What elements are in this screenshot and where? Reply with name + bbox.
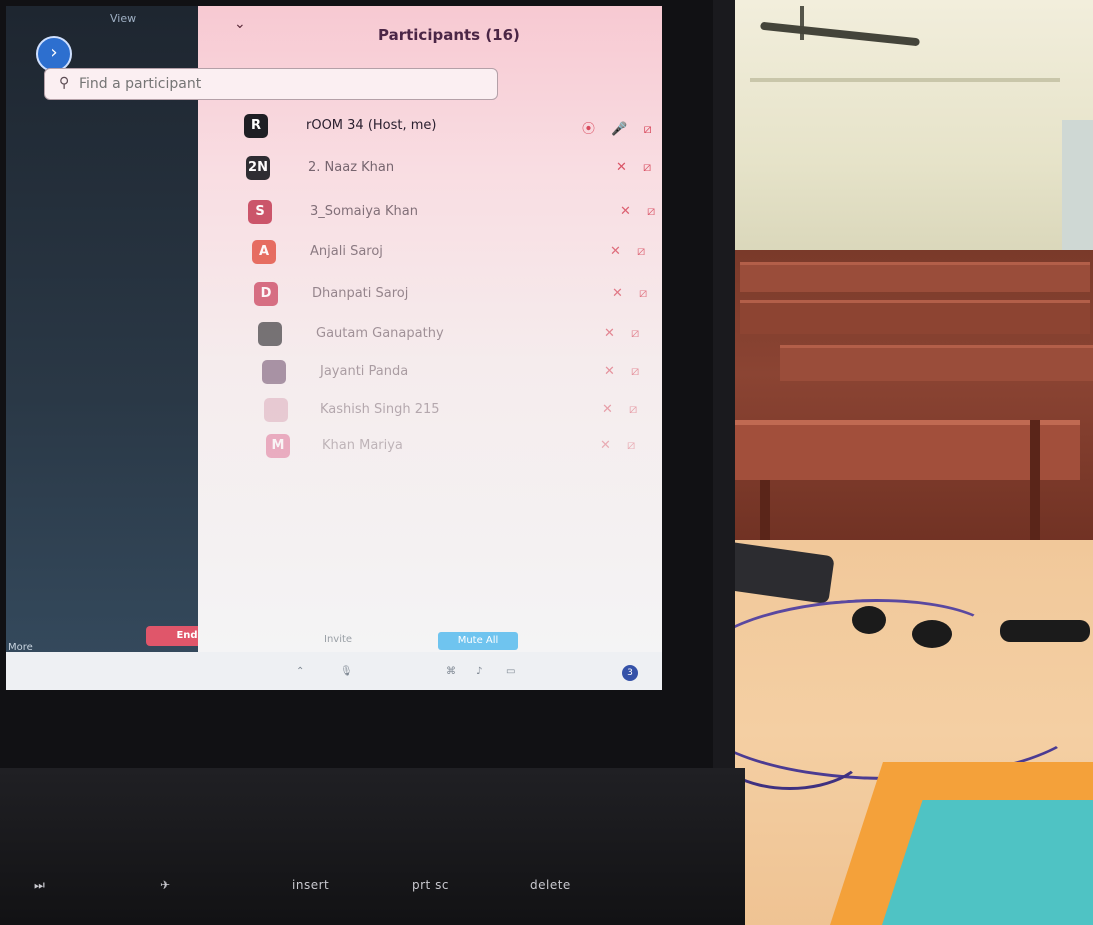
earbud <box>852 606 886 634</box>
participant-name: rOOM 34 (Host, me) <box>306 118 437 133</box>
ceiling-fan-rod <box>800 6 804 40</box>
avatar <box>264 398 288 422</box>
key-media[interactable]: ⏭ <box>34 878 45 893</box>
taskbar-tray-icon[interactable]: ⌃ <box>296 666 304 677</box>
participant-row[interactable]: Gautam Ganapathy ✕ ⧄ <box>258 322 662 350</box>
avatar: S <box>248 200 272 224</box>
search-input[interactable] <box>79 76 479 92</box>
taskbar: ⌃ 🎙 ⌘ ♪ ▭ 3 <box>6 652 662 690</box>
key-delete[interactable]: delete <box>530 878 571 892</box>
chevron-right-icon[interactable]: › <box>36 36 72 72</box>
panel-title: Participants (16) <box>378 26 520 44</box>
participant-name: Jayanti Panda <box>320 364 409 379</box>
notification-badge[interactable]: 3 <box>622 665 638 681</box>
mic-video-status-icon[interactable]: ✕ ⧄ <box>612 286 653 301</box>
bench <box>780 345 1093 381</box>
participant-row[interactable]: Jayanti Panda ✕ ⧄ <box>262 360 662 388</box>
avatar <box>258 322 282 346</box>
view-label[interactable]: View <box>110 12 136 25</box>
laptop-keyboard-deck <box>0 768 745 925</box>
mic-video-status-icon[interactable]: ✕ ⧄ <box>610 244 651 259</box>
avatar: 2N <box>246 156 270 180</box>
mic-video-status-icon[interactable]: ✕ ⧄ <box>620 204 661 219</box>
participant-row[interactable]: Kashish Singh 215 ✕ ⧄ <box>264 398 662 426</box>
taskbar-volume-icon[interactable]: ♪ <box>476 666 482 677</box>
participant-row[interactable]: A Anjali Saroj ✕ ⧄ <box>252 240 662 268</box>
avatar: D <box>254 282 278 306</box>
pillar <box>1062 120 1093 270</box>
participant-row[interactable]: D Dhanpati Saroj ✕ ⧄ <box>254 282 662 310</box>
avatar: M <box>266 434 290 458</box>
taskbar-battery-icon[interactable]: ▭ <box>506 666 515 677</box>
mic-video-status-icon[interactable]: ⦿ 🎤 ⧄ <box>582 118 658 137</box>
participant-name: Kashish Singh 215 <box>320 402 440 417</box>
bench <box>740 300 1090 334</box>
ceiling-edge <box>750 78 1060 82</box>
participant-row[interactable]: S 3_Somaiya Khan ✕ ⧄ <box>248 200 662 228</box>
participant-name: 2. Naaz Khan <box>308 160 395 175</box>
participant-row[interactable]: 2N 2. Naaz Khan ✕ ⧄ <box>246 156 662 184</box>
mute-all-button[interactable]: Mute All <box>438 632 518 650</box>
avatar: R <box>244 114 268 138</box>
earphone-remote <box>1000 620 1090 642</box>
search-icon: ⚲ <box>59 75 70 91</box>
key-insert[interactable]: insert <box>292 878 329 892</box>
participant-name: Khan Mariya <box>322 438 403 453</box>
avatar: A <box>252 240 276 264</box>
mic-video-status-icon[interactable]: ✕ ⧄ <box>600 438 641 453</box>
participant-name: Gautam Ganapathy <box>316 326 444 341</box>
taskbar-network-icon[interactable]: ⌘ <box>446 666 456 677</box>
mic-video-status-icon[interactable]: ✕ ⧄ <box>602 402 643 417</box>
key-prtsc[interactable]: prt sc <box>412 878 449 892</box>
avatar <box>262 360 286 384</box>
participant-name: 3_Somaiya Khan <box>310 204 418 219</box>
bench <box>740 262 1090 292</box>
participant-name: Dhanpati Saroj <box>312 286 409 301</box>
participant-row[interactable]: RrOOM 34 (Host, me) ⦿ 🎤 ⧄ <box>244 114 662 142</box>
mic-video-status-icon[interactable]: ✕ ⧄ <box>616 160 657 175</box>
participant-row[interactable]: M Khan Mariya ✕ ⧄ <box>266 434 662 462</box>
key-airplane[interactable]: ✈ <box>160 878 171 892</box>
invite-button[interactable]: Invite <box>324 634 352 645</box>
participant-name: Anjali Saroj <box>310 244 383 259</box>
chevron-down-icon[interactable]: ⌄ <box>234 16 246 32</box>
participant-search[interactable]: ⚲ <box>44 68 498 100</box>
taskbar-mic-icon[interactable]: 🎙 <box>340 666 353 677</box>
earbud <box>912 620 952 648</box>
laptop-screen: View › More End ⌄ Participants (16) ⚲ Rr… <box>6 6 662 690</box>
bench <box>720 420 1080 480</box>
bench-leg <box>1030 420 1040 550</box>
mic-video-status-icon[interactable]: ✕ ⧄ <box>604 364 645 379</box>
mic-video-status-icon[interactable]: ✕ ⧄ <box>604 326 645 341</box>
